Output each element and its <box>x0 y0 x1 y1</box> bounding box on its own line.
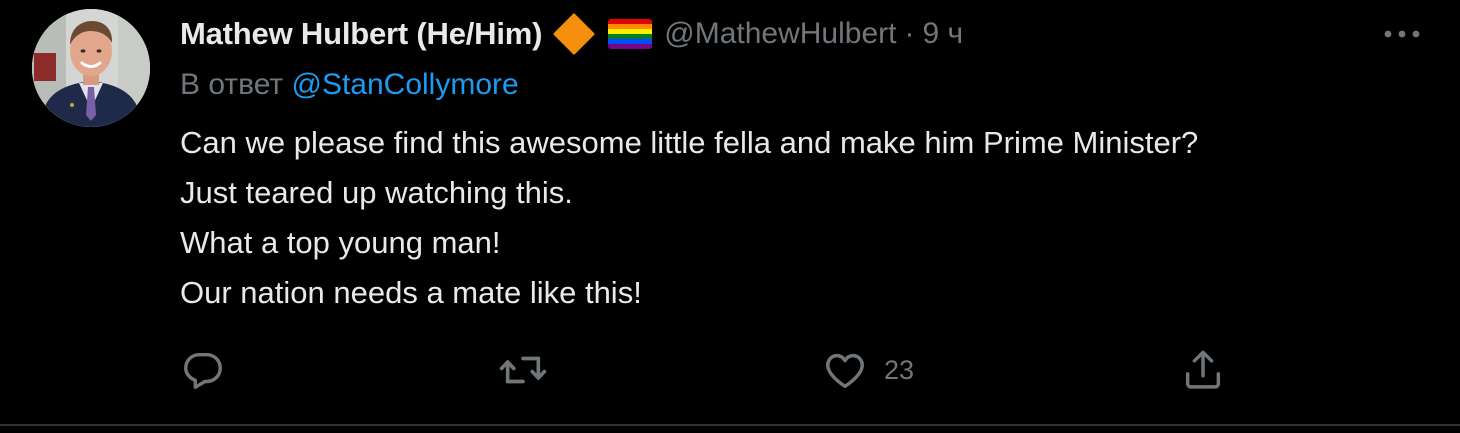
tweet-text: Can we please find this awesome little f… <box>180 118 1430 318</box>
tweet-text-line: Just teared up watching this. <box>180 175 573 210</box>
divider <box>0 424 1460 426</box>
separator-dot: · <box>904 17 915 50</box>
replying-to: В ответ @StanCollymore <box>180 68 519 102</box>
tweet-text-line: Can we please find this awesome little f… <box>180 125 1199 160</box>
share-button[interactable] <box>1180 346 1226 394</box>
tweet[interactable]: Mathew Hulbert (He/Him) @MathewHulbert ·… <box>0 0 1460 424</box>
replying-to-mention[interactable]: @StanCollymore <box>291 68 518 101</box>
retweet-icon <box>499 356 547 384</box>
replying-to-label: В ответ <box>180 68 284 101</box>
tweet-text-line: What a top young man! <box>180 225 501 260</box>
tweet-text-line: Our nation needs a mate like this! <box>180 275 642 310</box>
reply-bubble-icon <box>184 352 222 389</box>
retweet-button[interactable] <box>498 346 548 394</box>
reply-button[interactable] <box>180 346 226 394</box>
like-count: 23 <box>884 354 915 385</box>
more-options-button[interactable] <box>1380 18 1424 50</box>
timestamp[interactable]: 9 ч <box>922 17 963 51</box>
tweet-header: Mathew Hulbert (He/Him) @MathewHulbert ·… <box>180 12 963 56</box>
orange-diamond-icon <box>552 12 596 56</box>
ellipsis-icon <box>1384 30 1420 38</box>
user-handle[interactable]: @MathewHulbert <box>664 17 896 51</box>
heart-icon <box>826 353 864 389</box>
share-icon <box>1185 350 1221 389</box>
display-name[interactable]: Mathew Hulbert (He/Him) <box>180 16 542 52</box>
avatar[interactable] <box>32 9 150 127</box>
rainbow-flag-icon <box>608 19 653 49</box>
avatar-image <box>32 9 150 127</box>
like-button[interactable]: 23 <box>822 346 914 394</box>
